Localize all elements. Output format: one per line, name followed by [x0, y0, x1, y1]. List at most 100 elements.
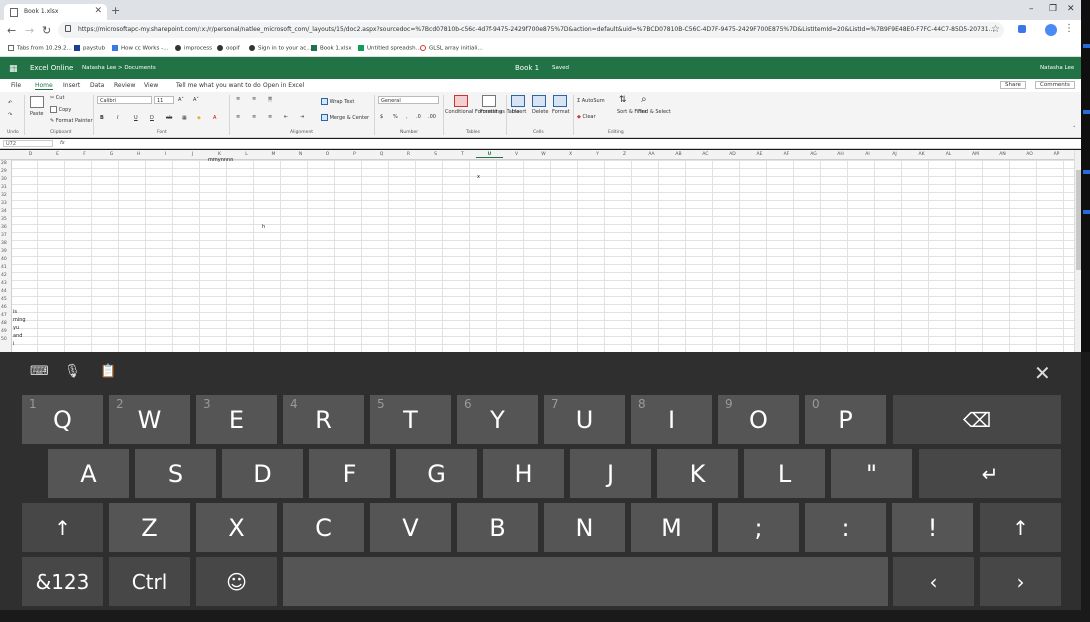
column-header[interactable]: AJ — [881, 152, 908, 157]
undo-icon[interactable]: ↶ — [8, 100, 12, 106]
column-header[interactable]: P — [341, 152, 368, 157]
row-header[interactable]: 37 — [1, 233, 7, 238]
column-header[interactable]: AG — [800, 152, 827, 157]
row-header[interactable]: 43 — [1, 281, 7, 286]
column-header[interactable]: AB — [665, 152, 692, 157]
column-header[interactable]: AO — [1016, 152, 1043, 157]
font-color-icon[interactable]: A — [213, 115, 216, 121]
row-header[interactable]: 35 — [1, 217, 7, 222]
row-header[interactable]: 38 — [1, 241, 7, 246]
minimize-button[interactable]: – — [1029, 4, 1034, 14]
row-header[interactable]: 42 — [1, 273, 7, 278]
column-header[interactable]: AP — [1043, 152, 1070, 157]
conditional-formatting-icon[interactable] — [454, 95, 468, 107]
column-header[interactable]: L — [233, 152, 260, 157]
borders-icon[interactable]: ▦ — [182, 115, 187, 121]
format-painter-button[interactable]: ✎ Format Painter — [50, 118, 93, 124]
column-header[interactable]: N — [287, 152, 314, 157]
sort-filter-icon[interactable]: ⇅ — [619, 95, 627, 105]
back-button[interactable]: ← — [7, 24, 16, 37]
column-header[interactable]: F — [71, 152, 98, 157]
row-header[interactable]: 41 — [1, 265, 7, 270]
url-input[interactable]: https://microsoftapc-my.sharepoint.com/:… — [58, 22, 1004, 38]
key-i[interactable]: 8I — [631, 395, 712, 444]
paste-icon[interactable] — [30, 96, 44, 108]
user-name[interactable]: Natasha Lee — [1040, 65, 1074, 71]
wrap-text-button[interactable]: Wrap Text — [321, 98, 354, 105]
key-z[interactable]: Z — [109, 503, 190, 552]
key-a[interactable]: A — [48, 449, 129, 498]
row-header[interactable]: 48 — [1, 321, 7, 326]
column-header[interactable]: AH — [827, 152, 854, 157]
key-p[interactable]: 0P — [805, 395, 886, 444]
enter-key[interactable]: ↵ — [919, 449, 1061, 498]
bookmark-item[interactable]: How cc Works -... — [112, 45, 168, 52]
ctrl-key[interactable]: Ctrl — [109, 557, 190, 606]
column-header[interactable]: X — [557, 152, 584, 157]
app-name[interactable]: Excel Online — [30, 64, 73, 72]
column-header[interactable]: G — [98, 152, 125, 157]
bookmark-star-icon[interactable]: ☆ — [991, 24, 1000, 35]
bookmark-item[interactable]: oopif — [217, 45, 240, 52]
key-u[interactable]: 7U — [544, 395, 625, 444]
row-header[interactable]: 32 — [1, 193, 7, 198]
column-header[interactable]: O — [314, 152, 341, 157]
clear-button[interactable]: ◆ Clear — [577, 114, 596, 120]
tab-file[interactable]: File — [11, 82, 21, 89]
column-header[interactable]: J — [179, 152, 206, 157]
vertical-scrollbar[interactable] — [1074, 150, 1081, 353]
microphone-icon[interactable]: 🎙 — [64, 364, 81, 380]
extension-icon[interactable] — [1018, 25, 1026, 33]
paste-button[interactable]: Paste — [30, 111, 44, 117]
align-top-icon[interactable]: ≡ — [236, 96, 240, 102]
key-r[interactable]: 4R — [283, 395, 364, 444]
key-h[interactable]: H — [483, 449, 564, 498]
emoji-key[interactable]: ☺ — [196, 557, 277, 606]
column-header[interactable]: AD — [719, 152, 746, 157]
bookmark-item[interactable]: Book 1.xlsx — [311, 45, 352, 52]
font-size-select[interactable]: 11 — [154, 96, 174, 104]
profile-avatar[interactable] — [1045, 24, 1057, 36]
delete-cells-button[interactable]: Delete — [532, 109, 548, 115]
row-header[interactable]: 45 — [1, 297, 7, 302]
key-l[interactable]: L — [744, 449, 825, 498]
column-header[interactable]: AN — [989, 152, 1016, 157]
strikethrough-icon[interactable]: ab — [166, 115, 172, 121]
clipboard-icon[interactable]: 📋 — [100, 364, 116, 380]
column-header[interactable]: AI — [854, 152, 881, 157]
comma-icon[interactable]: , — [406, 114, 408, 120]
delete-cells-icon[interactable] — [532, 95, 546, 107]
row-header[interactable]: 36 — [1, 225, 7, 230]
find-select-button[interactable]: Find & Select — [638, 109, 671, 115]
column-header[interactable]: I — [152, 152, 179, 157]
currency-icon[interactable]: $ — [380, 114, 383, 120]
row-header[interactable]: 47 — [1, 313, 7, 318]
column-header[interactable]: M — [260, 152, 287, 157]
column-header[interactable]: V — [503, 152, 530, 157]
document-title[interactable]: Book 1 — [515, 64, 539, 72]
column-header[interactable]: AK — [908, 152, 935, 157]
bookmark-item[interactable]: paystub — [74, 45, 105, 52]
tell-me-search[interactable]: Tell me what you want to do — [176, 82, 261, 89]
row-header[interactable]: 50 — [1, 337, 7, 342]
shift-key-left[interactable]: ↑ — [22, 503, 103, 552]
key-s[interactable]: S — [135, 449, 216, 498]
new-tab-button[interactable]: + — [111, 4, 120, 17]
key-n[interactable]: N — [544, 503, 625, 552]
cell[interactable]: mmynnnn — [208, 157, 233, 163]
number-format-select[interactable]: General — [378, 96, 439, 104]
column-header[interactable]: AA — [638, 152, 665, 157]
key-j[interactable]: J — [570, 449, 651, 498]
row-header[interactable]: 28 — [1, 161, 7, 166]
forward-button[interactable]: → — [25, 24, 34, 37]
comments-button[interactable]: Comments — [1035, 81, 1075, 89]
spreadsheet-grid[interactable]: D E F G H I J K L M N O P Q R S T U V W X Y Z AA AB AC AD AE AF AG AH A… — [0, 150, 1081, 353]
restore-button[interactable]: ❐ — [1049, 4, 1057, 14]
key-x[interactable]: X — [196, 503, 277, 552]
row-header[interactable]: 29 — [1, 169, 7, 174]
align-right-icon[interactable]: ≡ — [268, 114, 272, 120]
column-header[interactable]: R — [395, 152, 422, 157]
insert-cells-button[interactable]: Insert — [512, 109, 526, 115]
breadcrumb[interactable]: Natasha Lee > Documents — [82, 65, 156, 71]
column-header[interactable]: AE — [746, 152, 773, 157]
